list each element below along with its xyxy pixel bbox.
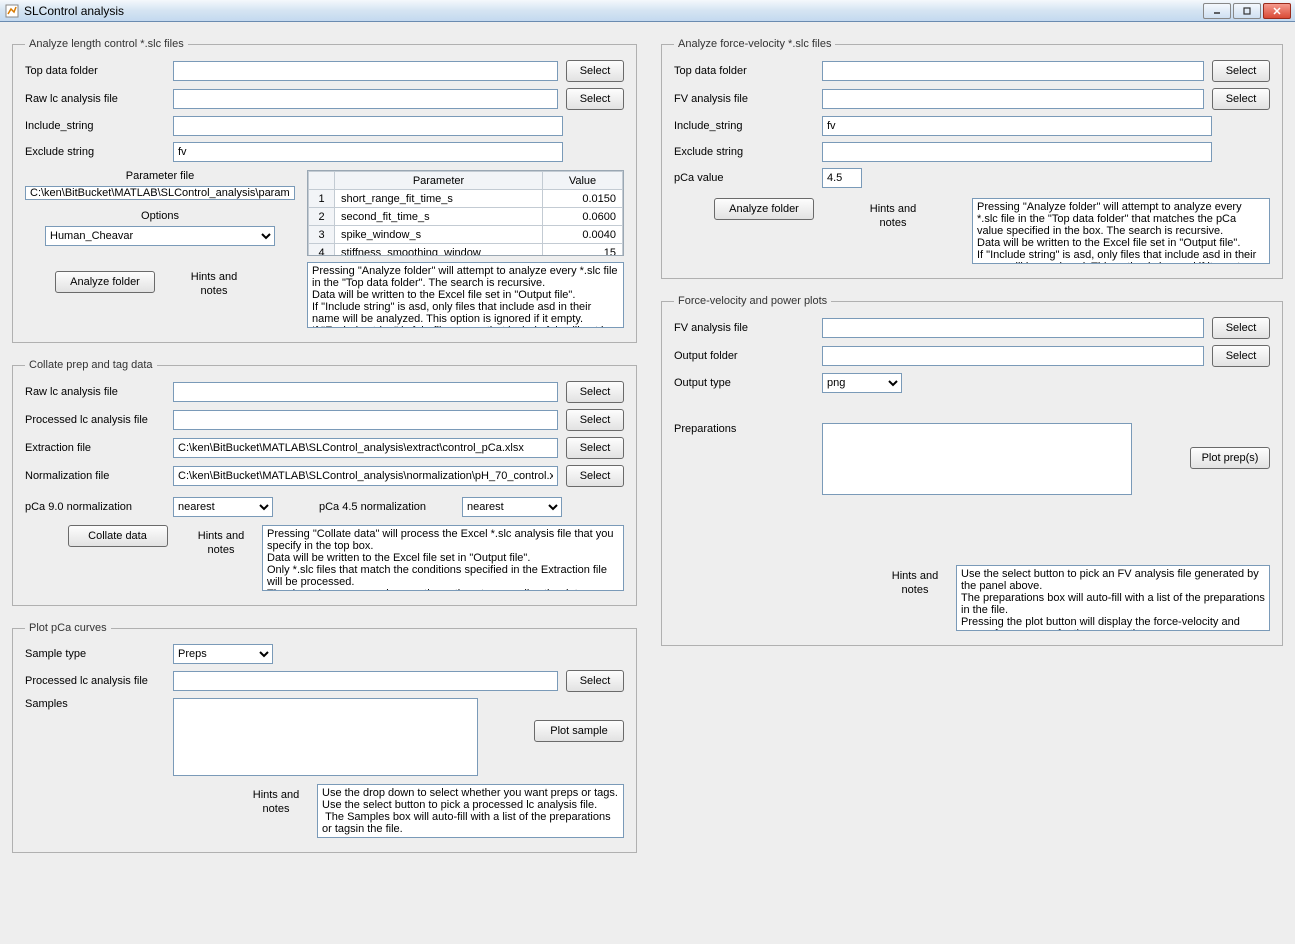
fvp-output-type-label: Output type [674,377,814,389]
collate-normalization-select-button[interactable]: Select [566,465,624,487]
lc-options-label: Options [25,210,295,222]
collate-pca45-select[interactable]: nearest [462,497,562,517]
pca-sample-type-label: Sample type [25,648,165,660]
fv-hints-label: Hints and notes [864,198,922,231]
panel-analyze-length: Analyze length control *.slc files Top d… [12,38,637,343]
fv-analysis-file-select-button[interactable]: Select [1212,88,1270,110]
panel-plot-pca-caption: Plot pCa curves [25,622,111,634]
fvp-output-folder-label: Output folder [674,350,814,362]
collate-raw-select-button[interactable]: Select [566,381,624,403]
collate-pca90-label: pCa 9.0 normalization [25,501,165,513]
collate-processed-label: Processed lc analysis file [25,414,165,426]
pca-samples-listbox[interactable] [173,698,478,776]
window-buttons [1203,3,1291,19]
panel-plot-pca: Plot pCa curves Sample type Preps Proces… [12,622,637,853]
pca-processed-select-button[interactable]: Select [566,670,624,692]
pca-sample-type-select[interactable]: Preps [173,644,273,664]
lc-parameter-file-label: Parameter file [25,170,295,182]
plot-sample-button[interactable]: Plot sample [534,720,624,742]
lc-include-label: Include_string [25,120,165,132]
pca-processed-input[interactable] [173,671,558,691]
fvp-analysis-file-label: FV analysis file [674,322,814,334]
collate-extraction-input[interactable] [173,438,558,458]
lc-include-input[interactable] [173,116,563,136]
table-row: 1short_range_fit_time_s0.0150 [309,190,623,208]
fv-pca-value-input[interactable] [822,168,862,188]
panel-analyze-fv-caption: Analyze force-velocity *.slc files [674,38,835,50]
minimize-button[interactable] [1203,3,1231,19]
fvp-hints-notes[interactable]: Use the select button to pick an FV anal… [956,565,1270,631]
panel-fv-power-caption: Force-velocity and power plots [674,295,831,307]
lc-exclude-input[interactable] [173,142,563,162]
lc-raw-file-label: Raw lc analysis file [25,93,165,105]
fvp-preparations-label: Preparations [674,423,814,435]
lc-raw-file-select-button[interactable]: Select [566,88,624,110]
close-button[interactable] [1263,3,1291,19]
collate-extraction-select-button[interactable]: Select [566,437,624,459]
collate-hints-notes[interactable]: Pressing "Collate data" will process the… [262,525,624,591]
fv-top-folder-select-button[interactable]: Select [1212,60,1270,82]
lc-options-select[interactable]: Human_Cheavar [45,226,275,246]
maximize-button[interactable] [1233,3,1261,19]
app-icon [4,3,20,19]
table-row: 3spike_window_s0.0040 [309,226,623,244]
lc-hints-notes[interactable]: Pressing "Analyze folder" will attempt t… [307,262,624,328]
collate-raw-input[interactable] [173,382,558,402]
fvp-output-folder-input[interactable] [822,346,1204,366]
lc-raw-file-input[interactable] [173,89,558,109]
fv-top-folder-label: Top data folder [674,65,814,77]
table-row: 2second_fit_time_s0.0600 [309,208,623,226]
param-table-head-value: Value [543,172,623,190]
table-row: 4stiffness_smoothing_window15 [309,244,623,257]
pca-hints-notes[interactable]: Use the drop down to select whether you … [317,784,624,838]
titlebar: SLControl analysis [0,0,1295,22]
window-title: SLControl analysis [24,4,1203,18]
fv-analysis-file-input[interactable] [822,89,1204,109]
plot-preps-button[interactable]: Plot prep(s) [1190,447,1270,469]
panel-analyze-fv: Analyze force-velocity *.slc files Top d… [661,38,1283,279]
collate-pca45-label: pCa 4.5 normalization [319,501,426,513]
pca-hints-label: Hints and notes [247,784,305,838]
pca-processed-label: Processed lc analysis file [25,675,165,687]
fvp-hints-label: Hints and notes [886,565,944,631]
fvp-output-type-select[interactable]: png [822,373,902,393]
fvp-analysis-file-select-button[interactable]: Select [1212,317,1270,339]
fv-exclude-label: Exclude string [674,146,814,158]
lc-top-folder-input[interactable] [173,61,558,81]
collate-raw-label: Raw lc analysis file [25,386,165,398]
panel-collate-caption: Collate prep and tag data [25,359,157,371]
lc-parameter-table[interactable]: Parameter Value 1short_range_fit_time_s0… [307,170,624,256]
lc-exclude-label: Exclude string [25,146,165,158]
fvp-analysis-file-input[interactable] [822,318,1204,338]
collate-normalization-input[interactable] [173,466,558,486]
collate-extraction-label: Extraction file [25,442,165,454]
pca-samples-label: Samples [25,698,165,710]
collate-hints-label: Hints and notes [192,525,250,591]
fv-pca-value-label: pCa value [674,172,814,184]
panel-fv-power: Force-velocity and power plots FV analys… [661,295,1283,646]
fv-analysis-file-label: FV analysis file [674,93,814,105]
collate-normalization-label: Normalization file [25,470,165,482]
lc-top-folder-select-button[interactable]: Select [566,60,624,82]
fvp-output-folder-select-button[interactable]: Select [1212,345,1270,367]
lc-top-folder-label: Top data folder [25,65,165,77]
lc-hints-label: Hints and notes [185,266,243,299]
fv-top-folder-input[interactable] [822,61,1204,81]
fv-include-input[interactable] [822,116,1212,136]
collate-processed-input[interactable] [173,410,558,430]
fv-analyze-folder-button[interactable]: Analyze folder [714,198,814,220]
collate-pca90-select[interactable]: nearest [173,497,273,517]
panel-analyze-length-caption: Analyze length control *.slc files [25,38,188,50]
fvp-preparations-listbox[interactable] [822,423,1132,495]
fv-hints-notes[interactable]: Pressing "Analyze folder" will attempt t… [972,198,1270,264]
fv-include-label: Include_string [674,120,814,132]
fv-exclude-input[interactable] [822,142,1212,162]
param-table-head-param: Parameter [335,172,543,190]
lc-parameter-file-input[interactable] [25,186,295,200]
collate-data-button[interactable]: Collate data [68,525,168,547]
lc-analyze-folder-button[interactable]: Analyze folder [55,271,155,293]
collate-processed-select-button[interactable]: Select [566,409,624,431]
panel-collate: Collate prep and tag data Raw lc analysi… [12,359,637,606]
